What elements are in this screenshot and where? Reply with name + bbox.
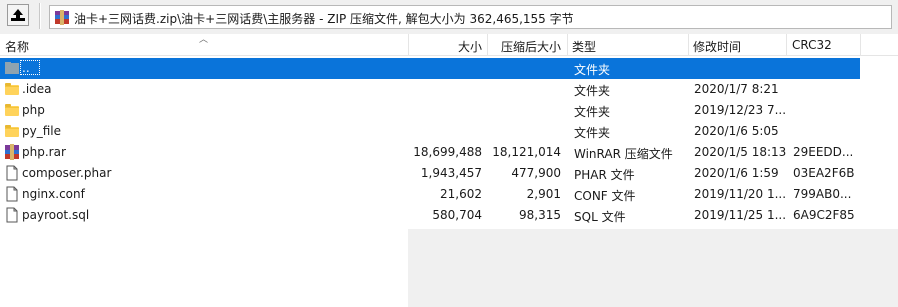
column-crc32[interactable]: CRC32 (792, 38, 832, 52)
column-size[interactable]: 大小 (408, 38, 482, 55)
packed-size-cell: 477,900 (511, 166, 561, 180)
file-icon (4, 186, 20, 202)
size-cell: 21,602 (440, 187, 482, 201)
folder-icon (4, 102, 20, 118)
up-folder-button[interactable] (7, 4, 29, 26)
file-name-cell: composer.phar (22, 166, 112, 180)
packed-size-cell: 18,121,014 (492, 145, 561, 159)
file-name-cell: .idea (22, 82, 52, 96)
file-list: .. 文件夹 .idea 文件夹 2020/1/7 8:21 php 文件夹 2019/12/… (0, 56, 898, 307)
file-name-cell: nginx.conf (22, 187, 85, 201)
modified-cell: 2020/1/6 5:05 (694, 124, 779, 138)
file-name-cell: payroot.sql (22, 208, 90, 222)
crc32-cell: 29EEDD... (793, 145, 854, 159)
type-cell: 文件夹 (574, 105, 611, 119)
column-packed-size[interactable]: 压缩后大小 (487, 38, 561, 55)
packed-size-cell: 2,901 (526, 187, 561, 201)
parent-directory-row[interactable]: .. 文件夹 (0, 58, 860, 79)
modified-cell: 2019/12/23 7... (694, 103, 787, 117)
file-row[interactable]: nginx.conf 21,602 2,901 CONF 文件 2019/11/20 1… (0, 184, 860, 205)
crc32-cell: 799AB0... (793, 187, 852, 201)
toolbar: 油卡+三网话费.zip\油卡+三网话费\主服务器 - ZIP 压缩文件, 解包大… (0, 0, 898, 34)
file-icon (4, 165, 20, 181)
parent-folder-icon (4, 60, 20, 76)
up-arrow-icon (11, 9, 25, 21)
crc32-cell: 03EA2F6B (793, 166, 855, 180)
modified-cell: 2019/11/25 1... (694, 208, 787, 222)
type-cell: 文件夹 (574, 63, 611, 77)
column-type[interactable]: 类型 (572, 38, 596, 55)
packed-size-cell: 98,315 (519, 208, 561, 222)
modified-cell: 2020/1/7 8:21 (694, 82, 779, 96)
toolbar-separator (39, 3, 41, 29)
modified-cell: 2020/1/6 1:59 (694, 166, 779, 180)
folder-icon (4, 81, 20, 97)
file-name-cell: php.rar (22, 145, 66, 159)
file-name-cell: php (22, 103, 45, 117)
file-icon (4, 207, 20, 223)
file-row[interactable]: py_file 文件夹 2020/1/6 5:05 (0, 121, 860, 142)
column-name[interactable]: 名称 (5, 38, 29, 55)
file-name-cell: .. (22, 61, 30, 75)
size-cell: 18,699,488 (413, 145, 482, 159)
size-cell: 1,943,457 (420, 166, 482, 180)
sort-up-icon: ︿ (199, 35, 209, 45)
archive-path-text: 油卡+三网话费.zip\油卡+三网话费\主服务器 - ZIP 压缩文件, 解包大… (74, 12, 574, 26)
size-cell: 580,704 (432, 208, 482, 222)
column-header: ︿ 名称 大小 压缩后大小 类型 修改时间 CRC32 (0, 34, 898, 56)
file-row[interactable]: php 文件夹 2019/12/23 7... (0, 100, 860, 121)
rar-archive-icon (4, 144, 20, 160)
file-row[interactable]: php.rar 18,699,488 18,121,014 WinRAR 压缩文件 20… (0, 142, 860, 163)
file-row[interactable]: payroot.sql 580,704 98,315 SQL 文件 2019/11/25… (0, 205, 860, 226)
folder-icon (4, 123, 20, 139)
file-name-cell: py_file (22, 124, 61, 138)
type-cell: CONF 文件 (574, 189, 636, 203)
type-cell: 文件夹 (574, 84, 611, 98)
type-cell: SQL 文件 (574, 210, 626, 224)
file-row[interactable]: .idea 文件夹 2020/1/7 8:21 (0, 79, 860, 100)
column-modified[interactable]: 修改时间 (693, 38, 741, 55)
archive-icon (55, 10, 69, 25)
modified-cell: 2020/1/5 18:13 (694, 145, 787, 159)
type-cell: 文件夹 (574, 126, 611, 140)
modified-cell: 2019/11/20 1... (694, 187, 787, 201)
type-cell: PHAR 文件 (574, 168, 635, 182)
file-row[interactable]: composer.phar 1,943,457 477,900 PHAR 文件 2020… (0, 163, 860, 184)
type-cell: WinRAR 压缩文件 (574, 147, 673, 161)
path-bar[interactable]: 油卡+三网话费.zip\油卡+三网话费\主服务器 - ZIP 压缩文件, 解包大… (49, 5, 892, 29)
crc32-cell: 6A9C2F85 (793, 208, 855, 222)
